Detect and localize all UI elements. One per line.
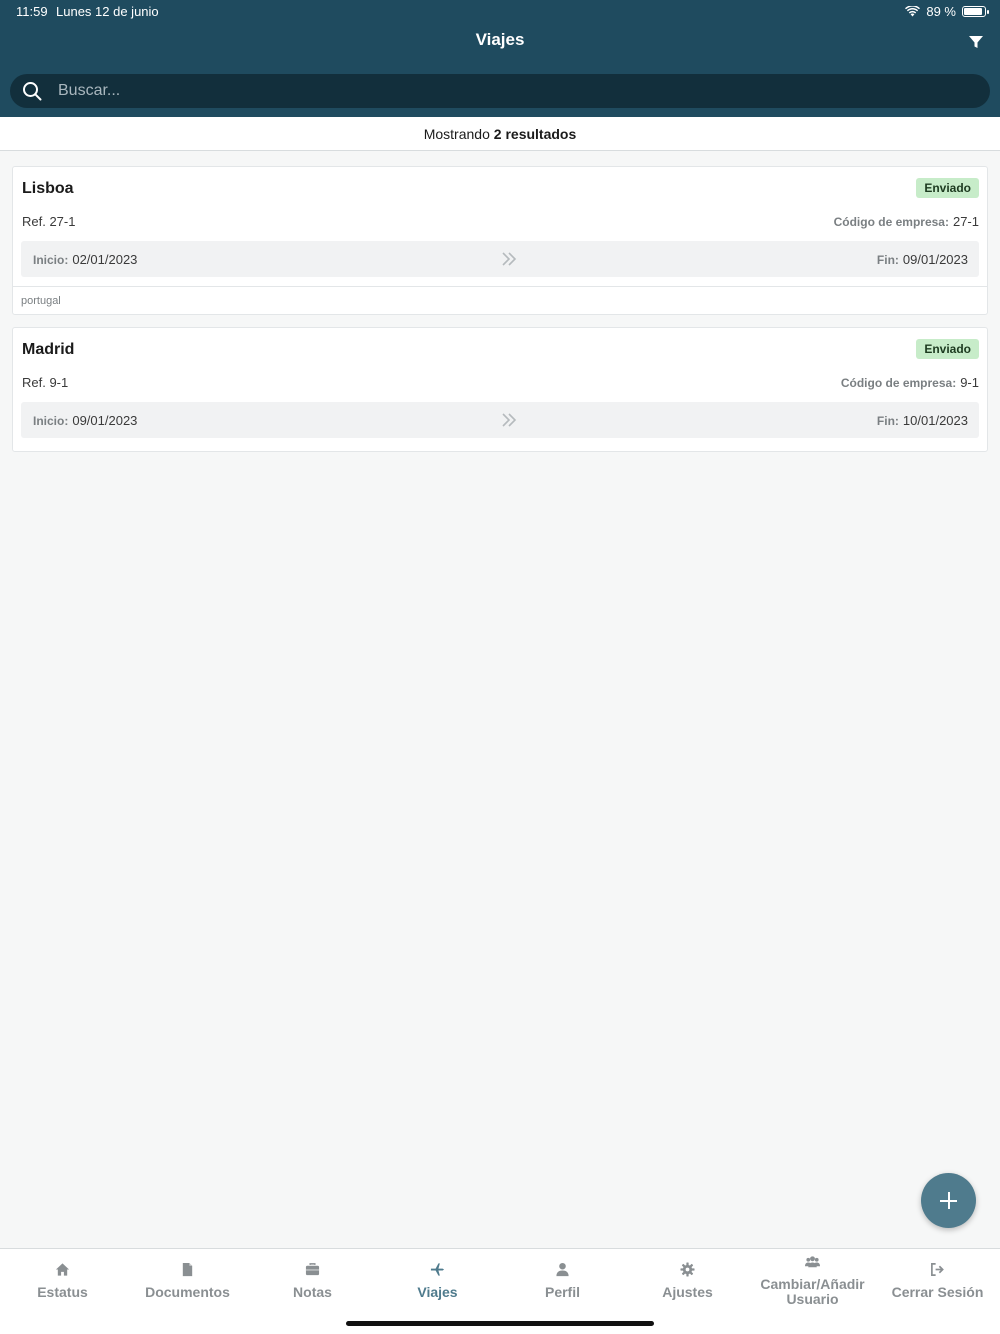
add-trip-button[interactable] — [921, 1173, 976, 1228]
company-code-value: 9-1 — [960, 375, 979, 390]
results-count: 2 — [493, 126, 502, 142]
battery-level — [964, 8, 982, 15]
trip-ref: Ref. 27-1 — [22, 214, 76, 229]
document-icon — [182, 1262, 193, 1277]
tab-label: Viajes — [417, 1284, 458, 1300]
start-date: Inicio: 09/01/2023 — [33, 413, 137, 428]
status-bar: 11:59 Lunes 12 de junio 89 % — [0, 0, 1000, 24]
start-date-value: 09/01/2023 — [72, 413, 138, 428]
filter-icon — [969, 36, 983, 48]
tab-ajustes[interactable]: Ajustes — [625, 1249, 750, 1319]
company-code: Código de empresa: 27-1 — [834, 214, 979, 229]
start-date-label: Inicio: — [33, 253, 69, 267]
company-code: Código de empresa: 9-1 — [841, 375, 979, 390]
trip-card[interactable]: Madrid Enviado Ref. 9-1 Código de empres… — [12, 327, 988, 452]
tab-viajes[interactable]: Viajes — [375, 1249, 500, 1319]
tab-label: Notas — [293, 1284, 332, 1300]
filter-button[interactable] — [968, 34, 984, 50]
tab-cerrar-sesion[interactable]: Cerrar Sesión — [875, 1249, 1000, 1319]
tab-notas[interactable]: Notas — [250, 1249, 375, 1319]
status-badge: Enviado — [916, 339, 979, 359]
tab-cambiar-usuario[interactable]: Cambiar/Añadir Usuario — [750, 1249, 875, 1319]
status-indicators: 89 % — [905, 4, 989, 19]
search-input[interactable] — [58, 74, 958, 108]
status-date: Lunes 12 de junio — [56, 4, 159, 19]
tab-label: Estatus — [37, 1284, 88, 1300]
search-icon — [23, 82, 42, 101]
tab-perfil[interactable]: Perfil — [500, 1249, 625, 1319]
results-suffix: resultados — [505, 126, 577, 142]
briefcase-icon — [305, 1263, 320, 1276]
end-date-label: Fin: — [876, 414, 899, 428]
trip-dates: Inicio: 09/01/2023 Fin: 10/01/2023 — [21, 402, 979, 438]
trip-dates: Inicio: 02/01/2023 Fin: 09/01/2023 — [21, 241, 979, 277]
home-icon — [55, 1263, 70, 1276]
tab-label: Documentos — [145, 1284, 230, 1300]
trip-ref: Ref. 9-1 — [22, 375, 69, 390]
user-icon — [556, 1262, 569, 1277]
status-time: 11:59 — [16, 4, 48, 19]
tab-label: Ajustes — [662, 1284, 713, 1300]
status-badge: Enviado — [916, 178, 979, 198]
trip-note: portugal — [13, 286, 987, 314]
end-date-label: Fin: — [876, 253, 899, 267]
tab-label: Perfil — [544, 1284, 580, 1300]
start-date: Inicio: 02/01/2023 — [33, 252, 137, 267]
page-title: Viajes — [475, 30, 525, 49]
end-date: Fin: 10/01/2023 — [877, 413, 968, 428]
trip-card[interactable]: Lisboa Enviado Ref. 27-1 Código de empre… — [12, 166, 988, 315]
company-code-label: Código de empresa: — [833, 215, 949, 229]
app-header: 11:59 Lunes 12 de junio 89 % Viajes — [0, 0, 1000, 117]
tab-estatus[interactable]: Estatus — [0, 1249, 125, 1319]
start-date-value: 02/01/2023 — [72, 252, 138, 267]
gear-icon — [680, 1262, 695, 1277]
end-date-value: 09/01/2023 — [902, 252, 968, 267]
home-indicator — [346, 1321, 654, 1326]
battery-percent: 89 % — [926, 4, 956, 19]
logout-icon — [931, 1263, 944, 1276]
trip-name: Lisboa — [22, 180, 74, 197]
trip-name: Madrid — [22, 341, 75, 358]
search-bar[interactable] — [10, 74, 990, 108]
double-chevron-right-icon — [502, 413, 517, 427]
users-icon — [805, 1256, 820, 1268]
battery-icon — [962, 6, 989, 17]
end-date-value: 10/01/2023 — [902, 413, 968, 428]
tab-label: Cambiar/Añadir Usuario — [760, 1276, 865, 1307]
start-date-label: Inicio: — [33, 414, 69, 428]
plane-icon — [430, 1263, 445, 1276]
tab-label: Cerrar Sesión — [891, 1284, 984, 1300]
double-chevron-right-icon — [502, 252, 517, 266]
end-date: Fin: 09/01/2023 — [877, 252, 968, 267]
tab-documentos[interactable]: Documentos — [125, 1249, 250, 1319]
results-summary: Mostrando 2 resultados — [0, 117, 1000, 151]
company-code-label: Código de empresa: — [840, 376, 957, 390]
results-prefix: Mostrando — [423, 126, 490, 142]
wifi-icon — [905, 6, 921, 17]
company-code-value: 27-1 — [952, 214, 979, 229]
